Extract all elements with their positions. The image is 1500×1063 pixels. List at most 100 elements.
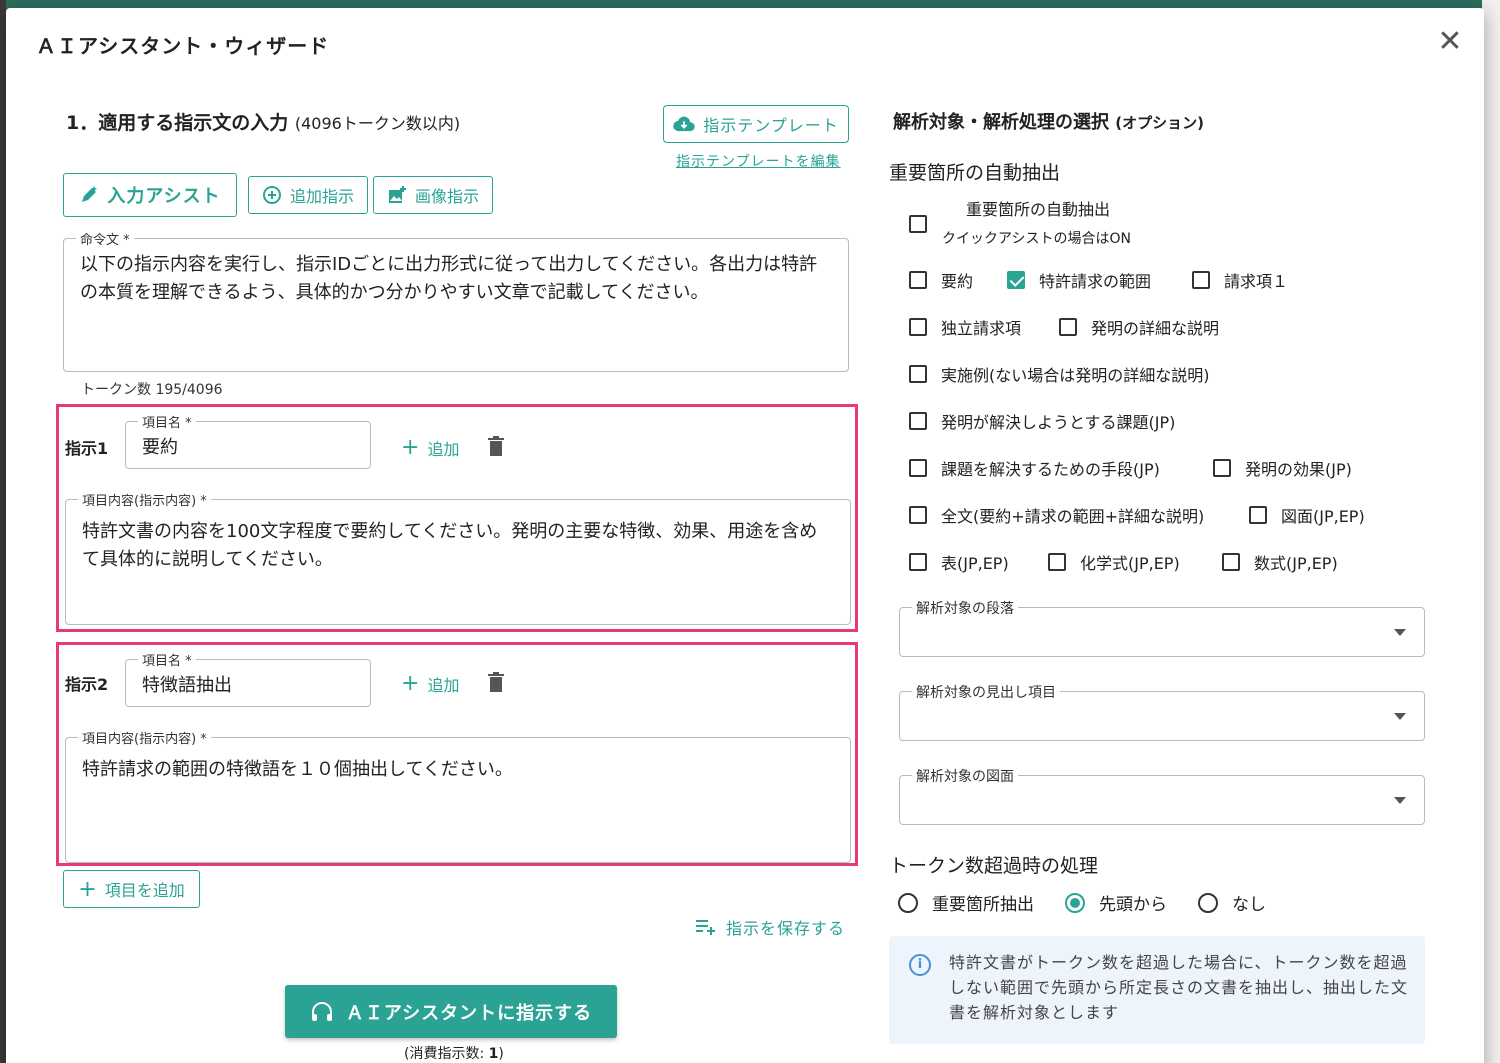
submit-ai-assistant-button[interactable]: ＡＩアシスタントに指示する	[285, 985, 617, 1038]
checkbox-box	[909, 506, 927, 524]
checkbox-label: 発明が解決しようとする課題(JP)	[941, 413, 1176, 432]
item-content-label: 項目内容(指示内容) *	[78, 490, 211, 509]
checkbox-box	[909, 215, 927, 233]
checkbox-independent-claims[interactable]: 独立請求項	[909, 315, 1021, 339]
auto-extract-label: 重要箇所の自動抽出	[966, 200, 1111, 219]
instruction-block-2: 指示2 項目名 * 特徴語抽出 + 追加 項目内容(指示内容) * 特許請求の範…	[56, 642, 858, 866]
command-label: 命令文 *	[76, 229, 134, 248]
checkbox-label: 発明の詳細な説明	[1091, 319, 1220, 338]
checkbox-box	[1059, 318, 1077, 336]
radio-circle	[898, 892, 918, 913]
add-label: 追加	[427, 675, 460, 695]
input-assist-label: 入力アシスト	[107, 186, 221, 207]
input-assist-button[interactable]: 入力アシスト	[63, 173, 237, 217]
item-content-textarea[interactable]: 項目内容(指示内容) * 特許文書の内容を100文字程度で要約してください。発明…	[65, 490, 851, 625]
playlist-add-icon	[696, 920, 715, 935]
checkbox-label: 表(JP,EP)	[941, 554, 1009, 573]
radio-from-head[interactable]: 先頭から	[1065, 890, 1167, 915]
checkbox-box	[909, 553, 927, 571]
image-instruction-button[interactable]: 画像指示	[373, 176, 493, 214]
checkbox-label: 全文(要約+請求の範囲+詳細な説明)	[941, 507, 1205, 526]
close-icon[interactable]: ✕	[1434, 26, 1466, 58]
checkbox-claim1[interactable]: 請求項１	[1192, 268, 1288, 292]
dropdown-arrow-icon	[1394, 797, 1406, 804]
checkbox-label: 数式(JP,EP)	[1254, 554, 1338, 573]
item-name-label: 項目名 *	[138, 412, 196, 431]
checkbox-box	[1213, 459, 1231, 477]
add-sub-item-button[interactable]: + 追加	[401, 671, 459, 696]
radio-none[interactable]: なし	[1198, 890, 1266, 915]
auto-extract-text: 重要箇所の自動抽出 クイックアシストの場合はON	[942, 196, 1131, 248]
add-image-icon	[388, 186, 406, 203]
checkbox-box	[909, 459, 927, 477]
item-name-input[interactable]: 項目名 * 要約	[125, 412, 371, 469]
paragraph-select[interactable]: 解析対象の段落	[899, 598, 1425, 657]
auto-extract-checkbox[interactable]	[909, 215, 927, 233]
checkbox-label: 実施例(ない場合は発明の詳細な説明)	[941, 366, 1210, 385]
info-text: 特許文書がトークン数を超過した場合に、トークン数を超過しない範囲で先頭から所定長…	[949, 953, 1409, 1022]
checkbox-label: 図面(JP,EP)	[1281, 507, 1365, 526]
add-item-button[interactable]: + 項目を追加	[63, 870, 200, 908]
instruction-section-title: 1．適用する指示文の入力 (4096トークン数以内)	[66, 108, 460, 135]
select-label: 解析対象の段落	[912, 598, 1018, 618]
command-textarea[interactable]: 命令文 * 以下の指示内容を実行し、指示IDごとに出力形式に従って出力してくださ…	[63, 229, 849, 372]
consume-count: 1	[488, 1046, 499, 1062]
checkbox-means[interactable]: 課題を解決するための手段(JP)	[909, 456, 1160, 480]
checkbox-detailed-description[interactable]: 発明の詳細な説明	[1059, 315, 1219, 339]
radio-important-extract[interactable]: 重要箇所抽出	[898, 890, 1034, 915]
save-instruction-link[interactable]: 指示を保存する	[696, 915, 845, 939]
edit-template-link[interactable]: 指示テンプレートを編集	[676, 151, 841, 171]
checkbox-effect[interactable]: 発明の効果(JP)	[1213, 456, 1352, 480]
auto-extract-heading: 重要箇所の自動抽出	[889, 162, 1061, 184]
select-label: 解析対象の図面	[912, 766, 1018, 786]
select-label: 解析対象の見出し項目	[912, 682, 1060, 702]
radio-label: 先頭から	[1099, 895, 1167, 915]
checkbox-tables[interactable]: 表(JP,EP)	[909, 550, 1009, 574]
headset-icon	[311, 1001, 332, 1021]
checkbox-box	[1249, 506, 1267, 524]
checkbox-label: 特許請求の範囲	[1039, 272, 1152, 291]
save-instruction-label: 指示を保存する	[726, 919, 846, 938]
analysis-section-title: 解析対象・解析処理の選択 (オプション)	[893, 108, 1204, 134]
checkbox-figures[interactable]: 図面(JP,EP)	[1249, 503, 1365, 527]
checkbox-box-checked	[1007, 271, 1025, 289]
checkbox-problem[interactable]: 発明が解決しようとする課題(JP)	[909, 409, 1175, 433]
checkbox-math[interactable]: 数式(JP,EP)	[1222, 550, 1338, 574]
plus-icon: +	[401, 435, 420, 460]
checkbox-embodiments[interactable]: 実施例(ない場合は発明の詳細な説明)	[909, 362, 1210, 386]
checkbox-box	[909, 271, 927, 289]
checkbox-label: 課題を解決するための手段(JP)	[941, 460, 1160, 479]
info-alert: i 特許文書がトークン数を超過した場合に、トークン数を超過しない範囲で先頭から所…	[889, 936, 1425, 1044]
checkbox-full-text[interactable]: 全文(要約+請求の範囲+詳細な説明)	[909, 503, 1204, 527]
trash-icon[interactable]	[487, 436, 505, 456]
item-content-value: 特許文書の内容を100文字程度で要約してください。発明の主要な特徴、効果、用途を…	[82, 521, 818, 570]
checkbox-summary[interactable]: 要約	[909, 268, 973, 292]
checkbox-label: 請求項１	[1224, 272, 1289, 291]
dialog-title: ＡＩアシスタント・ウィザード	[36, 34, 330, 58]
add-sub-item-button[interactable]: + 追加	[401, 435, 459, 460]
add-instruction-button[interactable]: 追加指示	[248, 176, 368, 214]
item-content-textarea[interactable]: 項目内容(指示内容) * 特許請求の範囲の特徴語を１０個抽出してください。	[65, 728, 851, 863]
checkbox-claims-scope[interactable]: 特許請求の範囲	[1007, 268, 1151, 292]
consume-suffix: )	[498, 1046, 504, 1062]
consume-count-text: (消費指示数: 1)	[404, 1043, 504, 1063]
info-icon: i	[909, 954, 931, 976]
cloud-download-icon	[673, 116, 695, 132]
token-counter: トークン数 195/4096	[81, 382, 223, 398]
radio-label: 重要箇所抽出	[932, 895, 1034, 915]
instruction-template-button[interactable]: 指示テンプレート	[663, 105, 849, 143]
trash-icon[interactable]	[487, 672, 505, 692]
heading-select[interactable]: 解析対象の見出し項目	[899, 682, 1425, 741]
checkbox-label: 独立請求項	[941, 319, 1022, 338]
checkbox-label: 化学式(JP,EP)	[1080, 554, 1180, 573]
checkbox-chem[interactable]: 化学式(JP,EP)	[1048, 550, 1180, 574]
add-item-label: 項目を追加	[104, 881, 185, 900]
item-name-input[interactable]: 項目名 * 特徴語抽出	[125, 650, 371, 707]
dropdown-arrow-icon	[1394, 713, 1406, 720]
radio-circle-selected	[1065, 892, 1085, 913]
checkbox-label: 要約	[941, 272, 974, 291]
figure-select[interactable]: 解析対象の図面	[899, 766, 1425, 825]
checkbox-box	[909, 412, 927, 430]
checkbox-box	[909, 365, 927, 383]
item-name-value: 要約	[142, 437, 178, 458]
